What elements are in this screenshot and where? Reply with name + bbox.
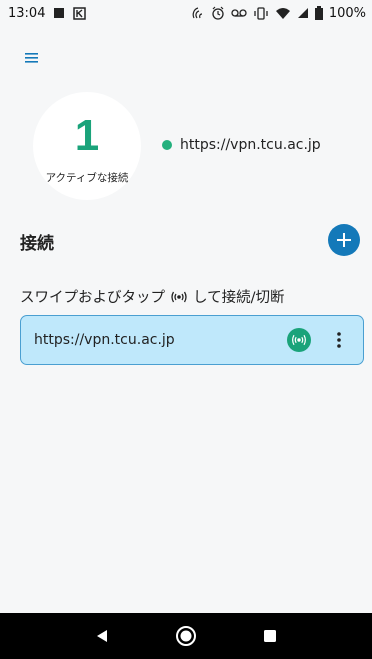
active-connection-url: https://vpn.tcu.ac.jp (180, 137, 321, 153)
broadcast-icon (292, 334, 306, 346)
swipe-tap-hint: スワイプおよびタップ して接続/切断 (20, 286, 284, 307)
home-button[interactable] (171, 621, 201, 651)
recents-button[interactable] (255, 621, 285, 651)
active-connections-circle: 1 アクティブな接続 (33, 92, 141, 200)
back-button[interactable] (87, 621, 117, 651)
nfc-icon (191, 6, 205, 20)
alarm-icon (211, 6, 225, 20)
hint-prefix: スワイプおよびタップ (20, 290, 165, 306)
battery-percent: 100% (328, 5, 366, 21)
connection-url: https://vpn.tcu.ac.jp (34, 332, 175, 348)
hint-suffix: して接続/切断 (193, 290, 285, 306)
k-box-icon (73, 6, 87, 20)
broadcast-icon (171, 291, 187, 303)
signal-icon (297, 7, 309, 19)
menu-button[interactable] (22, 50, 42, 66)
active-connection-label: アクティブな接続 (45, 171, 129, 184)
connected-dot-icon (162, 140, 172, 150)
connection-item[interactable]: https://vpn.tcu.ac.jp (20, 315, 364, 365)
connections-title: 接続 (20, 234, 54, 254)
active-connection-count: 1 (74, 110, 100, 160)
recents-square-icon (264, 630, 276, 642)
status-time: 13:04 (8, 5, 46, 21)
voicemail-icon (231, 8, 247, 18)
plus-icon (337, 233, 351, 247)
app-screen: 13:04 100% 1 アクティブな接続 https://vpn.tcu.ac… (0, 0, 372, 659)
connection-status-button[interactable] (287, 328, 311, 352)
vibrate-icon (253, 6, 269, 20)
connection-more-button[interactable] (329, 325, 349, 355)
more-vertical-icon (337, 332, 341, 348)
add-connection-button[interactable] (328, 224, 360, 256)
hamburger-menu-icon (25, 53, 38, 63)
status-bar: 13:04 100% (0, 0, 372, 26)
back-triangle-icon (97, 630, 107, 642)
home-circle-icon (176, 626, 196, 646)
battery-icon (314, 6, 323, 20)
active-connection-entry: https://vpn.tcu.ac.jp (162, 137, 321, 153)
wifi-icon (275, 7, 291, 20)
system-navigation-bar (0, 613, 372, 659)
notification-square-icon (53, 7, 65, 19)
